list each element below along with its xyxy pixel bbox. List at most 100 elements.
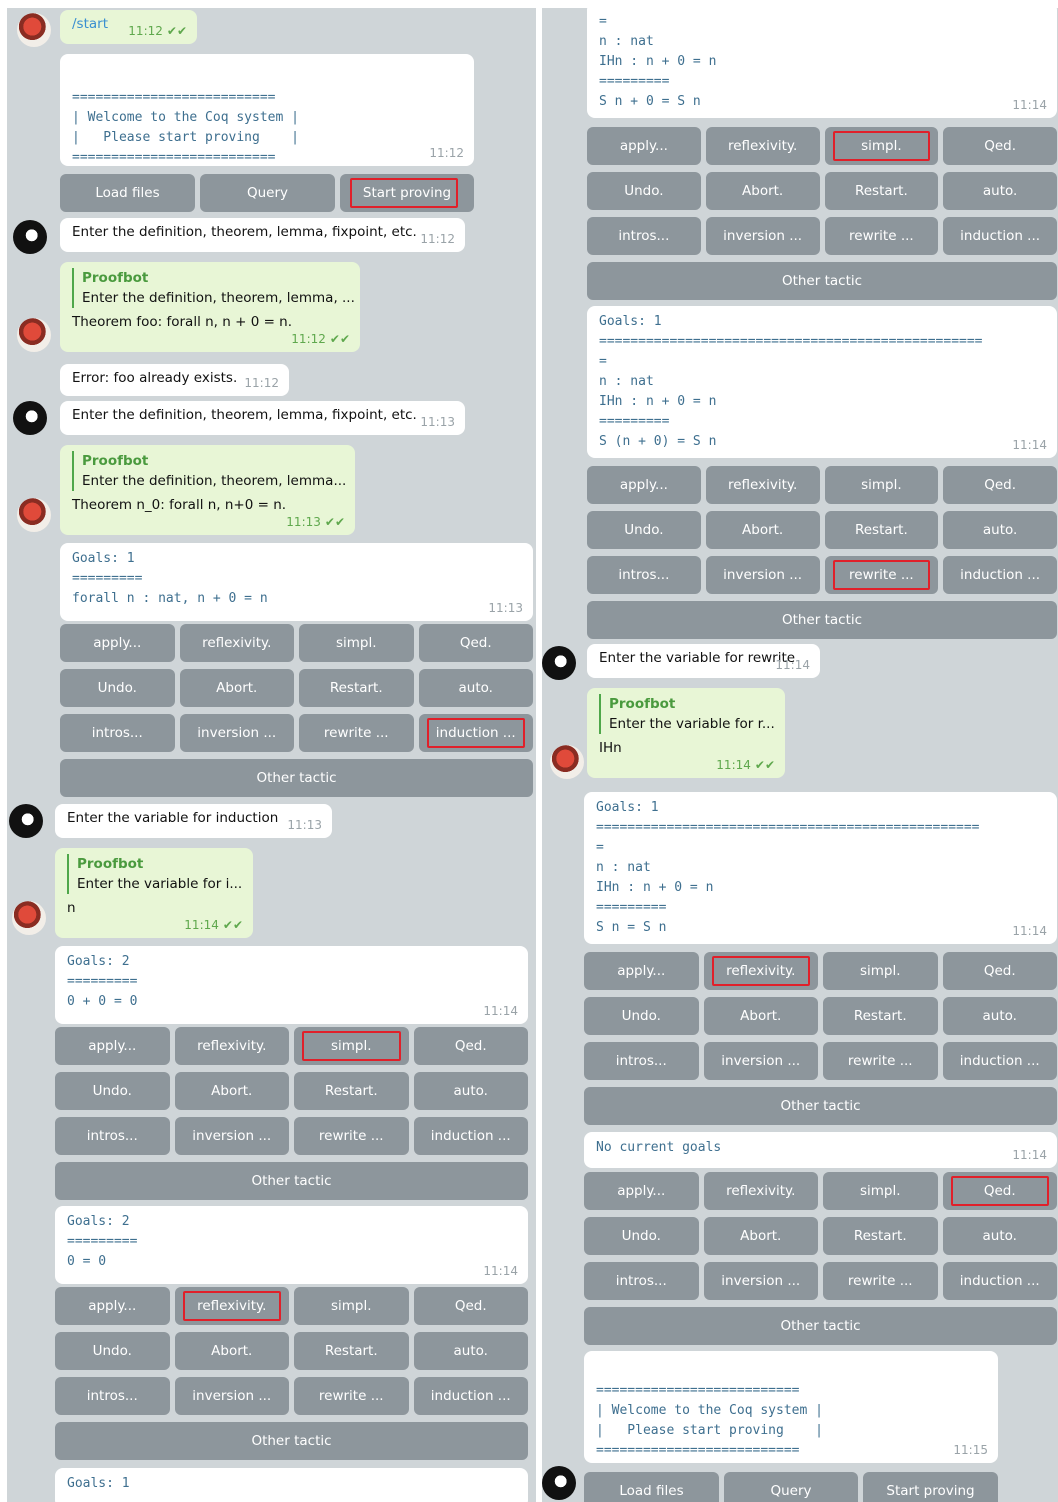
undo-button[interactable]: Undo. [587, 511, 701, 549]
restart-button[interactable]: Restart. [824, 172, 939, 210]
abort-button[interactable]: Abort. [705, 511, 820, 549]
simpl-button[interactable]: simpl. [823, 1172, 938, 1210]
qed-button[interactable]: Qed. [413, 1027, 528, 1065]
intros-button[interactable]: intros... [584, 1042, 699, 1080]
auto-button[interactable]: auto. [942, 1217, 1057, 1255]
restart-button[interactable]: Restart. [299, 669, 414, 707]
reflexivity-button[interactable]: reflexivity. [174, 1027, 289, 1065]
restart-button[interactable]: Restart. [823, 1217, 938, 1255]
simpl-button[interactable]: simpl. [294, 1287, 409, 1325]
rewrite-button[interactable]: rewrite ... [294, 1117, 409, 1155]
reflexivity-button[interactable]: reflexivity. [174, 1287, 289, 1325]
rewrite-button[interactable]: rewrite ... [294, 1377, 409, 1415]
apply-button[interactable]: apply... [584, 1172, 699, 1210]
simpl-button[interactable]: simpl. [824, 127, 939, 165]
auto-button[interactable]: auto. [418, 669, 533, 707]
rewrite-button[interactable]: rewrite ... [299, 714, 414, 752]
undo-button[interactable]: Undo. [60, 669, 175, 707]
reply-quote[interactable]: Proofbot Enter the variable for i... [67, 854, 242, 894]
query-button[interactable]: Query [200, 174, 335, 212]
apply-button[interactable]: apply... [584, 952, 699, 990]
restart-button[interactable]: Restart. [824, 511, 939, 549]
reflexivity-button[interactable]: reflexivity. [705, 466, 820, 504]
apply-button[interactable]: apply... [55, 1287, 170, 1325]
load-files-button[interactable]: Load files [584, 1472, 719, 1502]
other-tactic-button[interactable]: Other tactic [60, 759, 533, 797]
undo-button[interactable]: Undo. [584, 1217, 699, 1255]
abort-button[interactable]: Abort. [703, 1217, 818, 1255]
simpl-button[interactable]: simpl. [823, 952, 938, 990]
restart-button[interactable]: Restart. [823, 997, 938, 1035]
undo-button[interactable]: Undo. [584, 997, 699, 1035]
rewrite-button[interactable]: rewrite ... [823, 1042, 938, 1080]
simpl-button[interactable]: simpl. [294, 1027, 409, 1065]
intros-button[interactable]: intros... [60, 714, 175, 752]
query-button[interactable]: Query [724, 1472, 858, 1502]
reflexivity-button[interactable]: reflexivity. [703, 1172, 818, 1210]
auto-button[interactable]: auto. [943, 172, 1057, 210]
intros-button[interactable]: intros... [587, 556, 701, 594]
reflexivity-button[interactable]: reflexivity. [705, 127, 820, 165]
inversion-button[interactable]: inversion ... [174, 1377, 289, 1415]
simpl-button[interactable]: simpl. [299, 624, 414, 662]
qed-button[interactable]: Qed. [418, 624, 533, 662]
qed-button[interactable]: Qed. [942, 1172, 1057, 1210]
induction-button[interactable]: induction ... [942, 1042, 1057, 1080]
simpl-button[interactable]: simpl. [824, 466, 939, 504]
auto-button[interactable]: auto. [942, 997, 1057, 1035]
intros-button[interactable]: intros... [587, 217, 701, 255]
inversion-button[interactable]: inversion ... [703, 1262, 818, 1300]
apply-button[interactable]: apply... [587, 127, 701, 165]
induction-button[interactable]: induction ... [418, 714, 533, 752]
rewrite-button[interactable]: rewrite ... [824, 556, 939, 594]
qed-button[interactable]: Qed. [942, 952, 1057, 990]
other-tactic-button[interactable]: Other tactic [587, 262, 1057, 300]
other-tactic-button[interactable]: Other tactic [587, 601, 1057, 639]
apply-button[interactable]: apply... [55, 1027, 170, 1065]
reflexivity-button[interactable]: reflexivity. [703, 952, 818, 990]
apply-button[interactable]: apply... [587, 466, 701, 504]
abort-button[interactable]: Abort. [703, 997, 818, 1035]
reply-quote[interactable]: Proofbot Enter the definition, theorem, l… [72, 268, 355, 308]
reply-quote[interactable]: Proofbot Enter the variable for r... [599, 694, 775, 734]
induction-button[interactable]: induction ... [942, 1262, 1057, 1300]
start-proving-button[interactable]: Start proving [863, 1472, 998, 1502]
restart-button[interactable]: Restart. [294, 1072, 409, 1110]
inversion-button[interactable]: inversion ... [705, 217, 820, 255]
abort-button[interactable]: Abort. [174, 1072, 289, 1110]
abort-button[interactable]: Abort. [705, 172, 820, 210]
qed-button[interactable]: Qed. [943, 466, 1057, 504]
induction-button[interactable]: induction ... [413, 1117, 528, 1155]
auto-button[interactable]: auto. [413, 1072, 528, 1110]
auto-button[interactable]: auto. [413, 1332, 528, 1370]
other-tactic-button[interactable]: Other tactic [584, 1307, 1057, 1345]
qed-button[interactable]: Qed. [413, 1287, 528, 1325]
other-tactic-button[interactable]: Other tactic [55, 1422, 528, 1460]
inversion-button[interactable]: inversion ... [703, 1042, 818, 1080]
abort-button[interactable]: Abort. [174, 1332, 289, 1370]
inversion-button[interactable]: inversion ... [705, 556, 820, 594]
intros-button[interactable]: intros... [55, 1377, 170, 1415]
start-proving-button[interactable]: Start proving [340, 174, 474, 212]
restart-button[interactable]: Restart. [294, 1332, 409, 1370]
intros-button[interactable]: intros... [584, 1262, 699, 1300]
qed-button[interactable]: Qed. [943, 127, 1057, 165]
other-tactic-button[interactable]: Other tactic [584, 1087, 1057, 1125]
inversion-button[interactable]: inversion ... [179, 714, 294, 752]
apply-button[interactable]: apply... [60, 624, 175, 662]
undo-button[interactable]: Undo. [587, 172, 701, 210]
inversion-button[interactable]: inversion ... [174, 1117, 289, 1155]
intros-button[interactable]: intros... [55, 1117, 170, 1155]
undo-button[interactable]: Undo. [55, 1332, 170, 1370]
start-command-link[interactable]: /start [72, 16, 108, 32]
induction-button[interactable]: induction ... [413, 1377, 528, 1415]
reflexivity-button[interactable]: reflexivity. [179, 624, 294, 662]
induction-button[interactable]: induction ... [943, 217, 1057, 255]
rewrite-button[interactable]: rewrite ... [823, 1262, 938, 1300]
rewrite-button[interactable]: rewrite ... [824, 217, 939, 255]
abort-button[interactable]: Abort. [179, 669, 294, 707]
auto-button[interactable]: auto. [943, 511, 1057, 549]
induction-button[interactable]: induction ... [943, 556, 1057, 594]
load-files-button[interactable]: Load files [60, 174, 195, 212]
reply-quote[interactable]: Proofbot Enter the definition, theorem, l… [72, 451, 346, 491]
